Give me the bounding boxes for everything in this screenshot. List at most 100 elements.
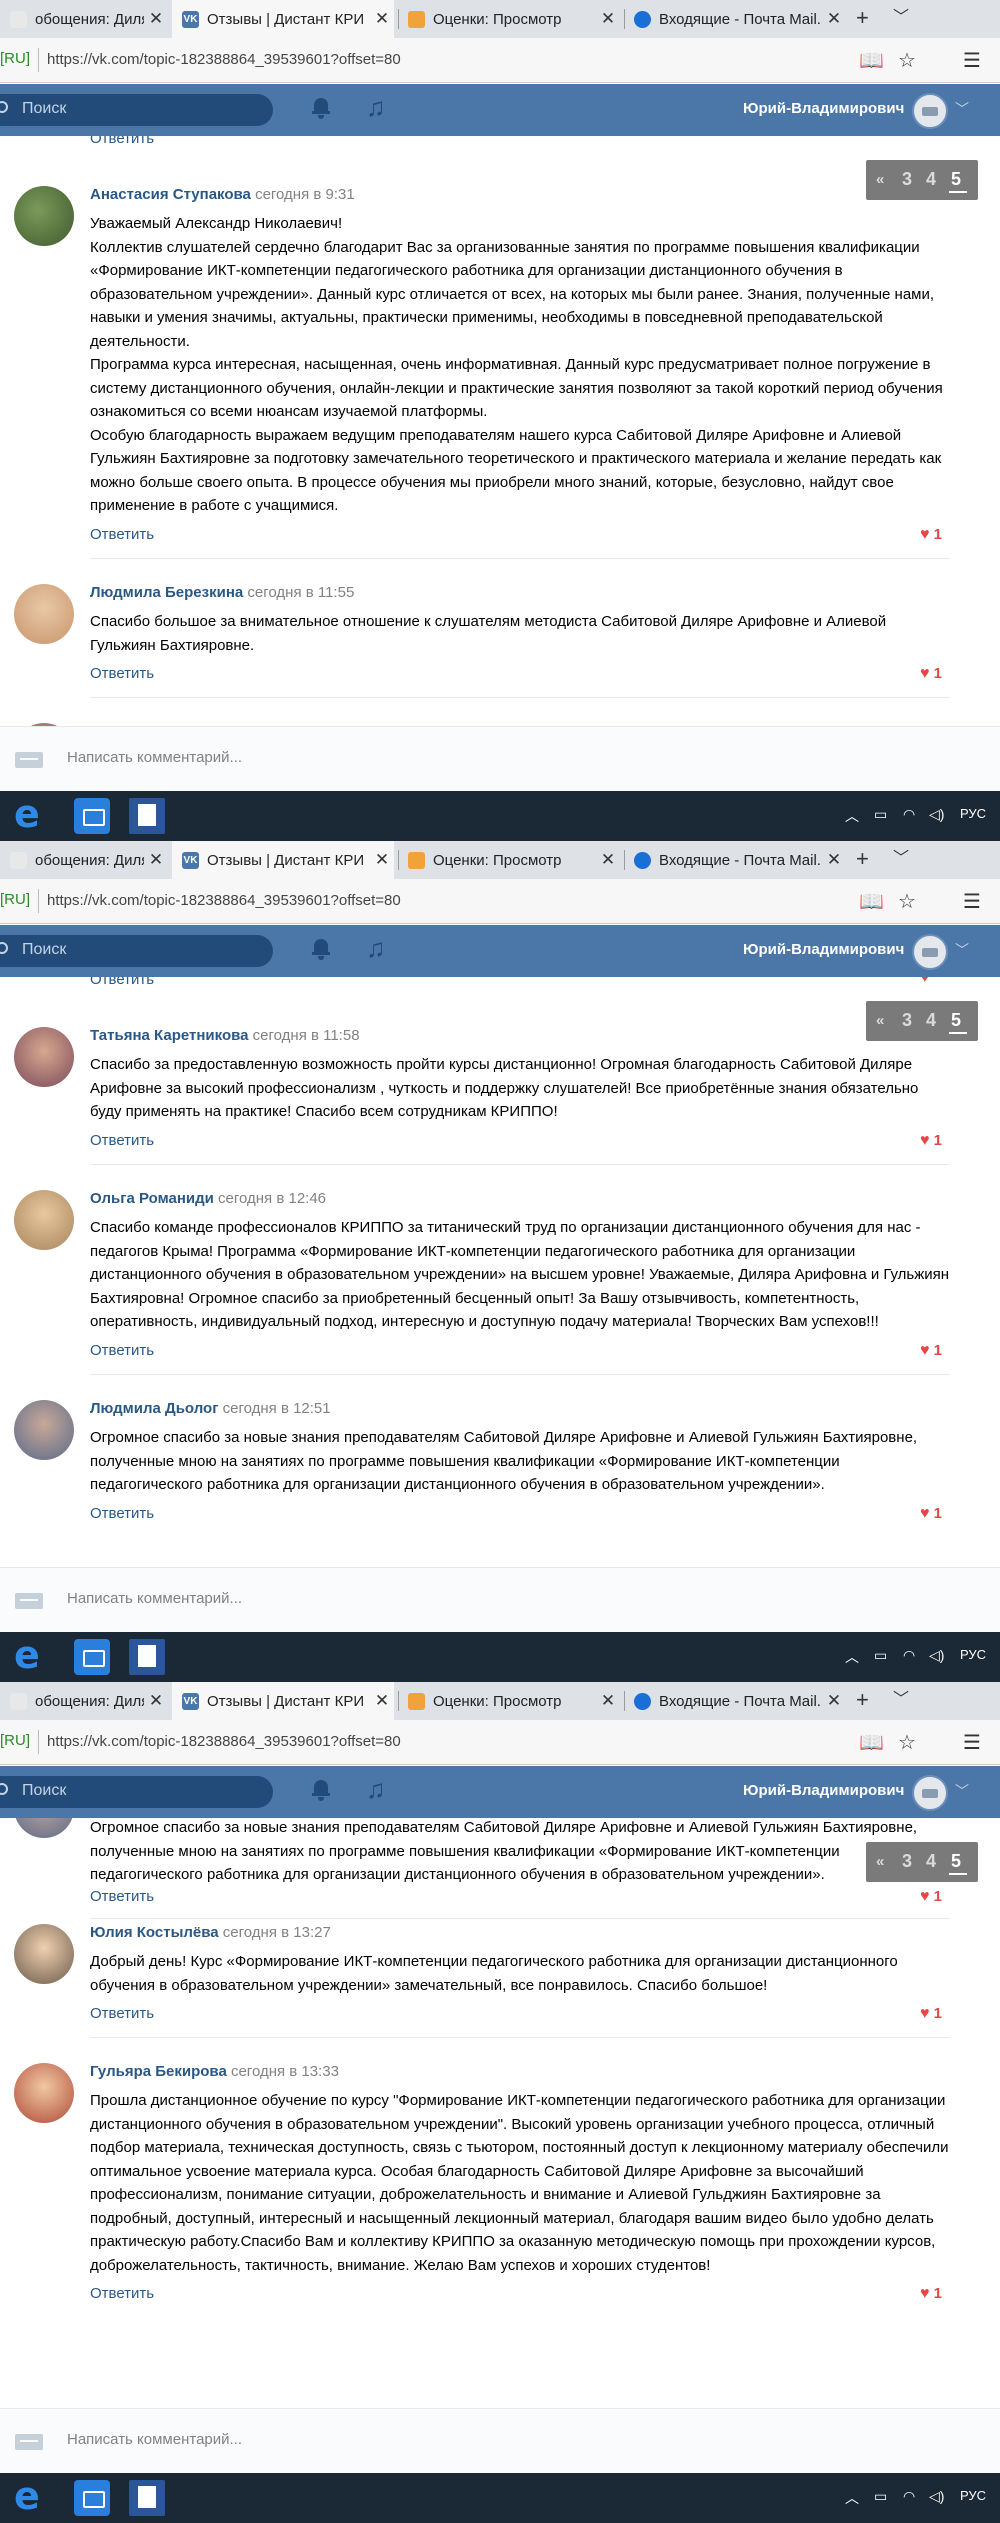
app-icon[interactable]	[74, 1639, 110, 1675]
search-input[interactable]: Поиск	[0, 1776, 273, 1808]
avatar[interactable]	[14, 1190, 74, 1250]
like-button[interactable]: ♥ 1	[920, 1505, 942, 1523]
comment-date[interactable]: сегодня в 11:55	[247, 584, 354, 601]
chevron-up-icon[interactable]: ︿	[845, 806, 859, 826]
reading-view-icon[interactable]: 📖	[859, 48, 884, 73]
chevron-down-icon[interactable]: ﹀	[955, 940, 969, 960]
browser-tab-1[interactable]: обощения: Диляра Саби ✕	[0, 841, 168, 879]
pager-page-current[interactable]: 5	[951, 1010, 961, 1031]
close-tab-icon[interactable]: ✕	[370, 9, 394, 29]
attach-icon[interactable]	[15, 752, 43, 768]
close-tab-icon[interactable]: ✕	[596, 850, 620, 870]
browser-tab-2[interactable]: VK Отзывы | Дистант КРИ ✕	[172, 1682, 394, 1720]
close-tab-icon[interactable]: ✕	[144, 1691, 168, 1711]
like-button[interactable]: ♥ 1	[920, 526, 942, 544]
author-name[interactable]: Людмила Березкина	[90, 584, 243, 601]
author-name[interactable]: Людмила Дьолог	[90, 1400, 218, 1417]
close-tab-icon[interactable]: ✕	[370, 1691, 394, 1711]
browser-tab-4[interactable]: Входящие - Почта Mail.ru ✕	[624, 1682, 846, 1720]
browser-tab-2[interactable]: VK Отзывы | Дистант КРИ ✕	[172, 0, 394, 38]
reply-link[interactable]: Ответить	[90, 1888, 154, 1905]
favorite-star-icon[interactable]: ☆	[898, 889, 916, 914]
chevron-down-icon[interactable]: ﹀	[955, 1781, 969, 1801]
network-icon[interactable]: ▭	[874, 2488, 887, 2505]
reading-view-icon[interactable]: 📖	[859, 1730, 884, 1755]
pager-prev[interactable]: «	[876, 1012, 884, 1029]
pager-page[interactable]: 3	[902, 1851, 912, 1872]
author-name[interactable]: Юлия Костылёва	[90, 1924, 219, 1941]
like-button[interactable]: ♥ 1	[920, 2005, 942, 2023]
bell-icon[interactable]	[312, 1780, 330, 1801]
close-tab-icon[interactable]: ✕	[144, 9, 168, 29]
browser-tab-1[interactable]: обощения: Диляра Саби ✕	[0, 0, 168, 38]
reply-link[interactable]: Ответить	[90, 2005, 154, 2022]
avatar[interactable]	[14, 1818, 74, 1838]
avatar[interactable]	[14, 1924, 74, 1984]
comment-date[interactable]: сегодня в 9:31	[255, 186, 355, 203]
browser-tab-3[interactable]: Оценки: Просмотр ✕	[398, 1682, 620, 1720]
user-name[interactable]: Юрий-Владимирович	[743, 100, 904, 117]
wifi-icon[interactable]: ◠	[903, 806, 915, 823]
volume-icon[interactable]: ◁)	[929, 1647, 944, 1664]
word-icon[interactable]	[129, 1639, 165, 1675]
like-button[interactable]: ♥ 1	[920, 665, 942, 683]
browser-tab-1[interactable]: обощения: Диляра Саби ✕	[0, 1682, 168, 1720]
user-avatar[interactable]	[912, 934, 948, 970]
avatar[interactable]	[14, 186, 74, 246]
language-indicator[interactable]: РУС	[960, 1647, 986, 1662]
reply-link[interactable]: Ответить	[90, 136, 154, 147]
search-input[interactable]: Поиск	[0, 94, 273, 126]
new-tab-button[interactable]: +	[856, 1682, 869, 1720]
volume-icon[interactable]: ◁)	[929, 2488, 944, 2505]
reply-link[interactable]: Ответить	[90, 526, 154, 543]
browser-tab-3[interactable]: Оценки: Просмотр ✕	[398, 841, 620, 879]
close-tab-icon[interactable]: ✕	[144, 850, 168, 870]
pager-prev[interactable]: «	[876, 171, 884, 188]
favorites-list-icon[interactable]: ☰	[963, 48, 981, 73]
language-indicator[interactable]: РУС	[960, 2488, 986, 2503]
language-indicator[interactable]: РУС	[960, 806, 986, 821]
wifi-icon[interactable]: ◠	[903, 1647, 915, 1664]
tab-list-chevron-icon[interactable]: ﹀	[893, 1682, 909, 1720]
word-icon[interactable]	[129, 2480, 165, 2516]
reply-link[interactable]: Ответить	[90, 977, 154, 988]
reply-link[interactable]: Ответить	[90, 1505, 154, 1522]
pager-page[interactable]: 4	[926, 1010, 936, 1031]
app-icon[interactable]	[74, 798, 110, 834]
reply-link[interactable]: Ответить	[90, 1132, 154, 1149]
new-tab-button[interactable]: +	[856, 841, 869, 879]
user-name[interactable]: Юрий-Владимирович	[743, 941, 904, 958]
tab-list-chevron-icon[interactable]: ﹀	[893, 0, 909, 38]
avatar[interactable]	[14, 1027, 74, 1087]
pager-page-current[interactable]: 5	[951, 1851, 961, 1872]
wifi-icon[interactable]: ◠	[903, 2488, 915, 2505]
comment-date[interactable]: сегодня в 13:33	[231, 2063, 339, 2080]
bell-icon[interactable]	[312, 98, 330, 119]
user-avatar[interactable]	[912, 1775, 948, 1811]
user-name[interactable]: Юрий-Владимирович	[743, 1782, 904, 1799]
browser-tab-4[interactable]: Входящие - Почта Mail.ru ✕	[624, 0, 846, 38]
attach-icon[interactable]	[15, 2434, 43, 2450]
close-tab-icon[interactable]: ✕	[822, 850, 846, 870]
avatar[interactable]	[14, 1400, 74, 1460]
reply-link[interactable]: Ответить	[90, 2285, 154, 2302]
favorite-star-icon[interactable]: ☆	[898, 1730, 916, 1755]
app-icon[interactable]	[74, 2480, 110, 2516]
like-button[interactable]: ♥ 1	[920, 2285, 942, 2303]
pager-page-current[interactable]: 5	[951, 169, 961, 190]
chevron-down-icon[interactable]: ﹀	[955, 99, 969, 119]
comment-date[interactable]: сегодня в 12:46	[218, 1190, 326, 1207]
like-button[interactable]: ♥ 1	[920, 1888, 942, 1906]
browser-tab-2[interactable]: VK Отзывы | Дистант КРИ ✕	[172, 841, 394, 879]
reading-view-icon[interactable]: 📖	[859, 889, 884, 914]
close-tab-icon[interactable]: ✕	[822, 1691, 846, 1711]
comment-date[interactable]: сегодня в 13:27	[223, 1924, 331, 1941]
edge-browser-icon[interactable]	[10, 2474, 46, 2518]
pager-prev[interactable]: «	[876, 1853, 884, 1870]
attach-icon[interactable]	[15, 1593, 43, 1609]
browser-tab-3[interactable]: Оценки: Просмотр ✕	[398, 0, 620, 38]
pager-page[interactable]: 3	[902, 169, 912, 190]
pager-page[interactable]: 4	[926, 1851, 936, 1872]
music-icon[interactable]: ♫	[366, 1774, 386, 1804]
comment-date[interactable]: сегодня в 11:58	[253, 1027, 360, 1044]
